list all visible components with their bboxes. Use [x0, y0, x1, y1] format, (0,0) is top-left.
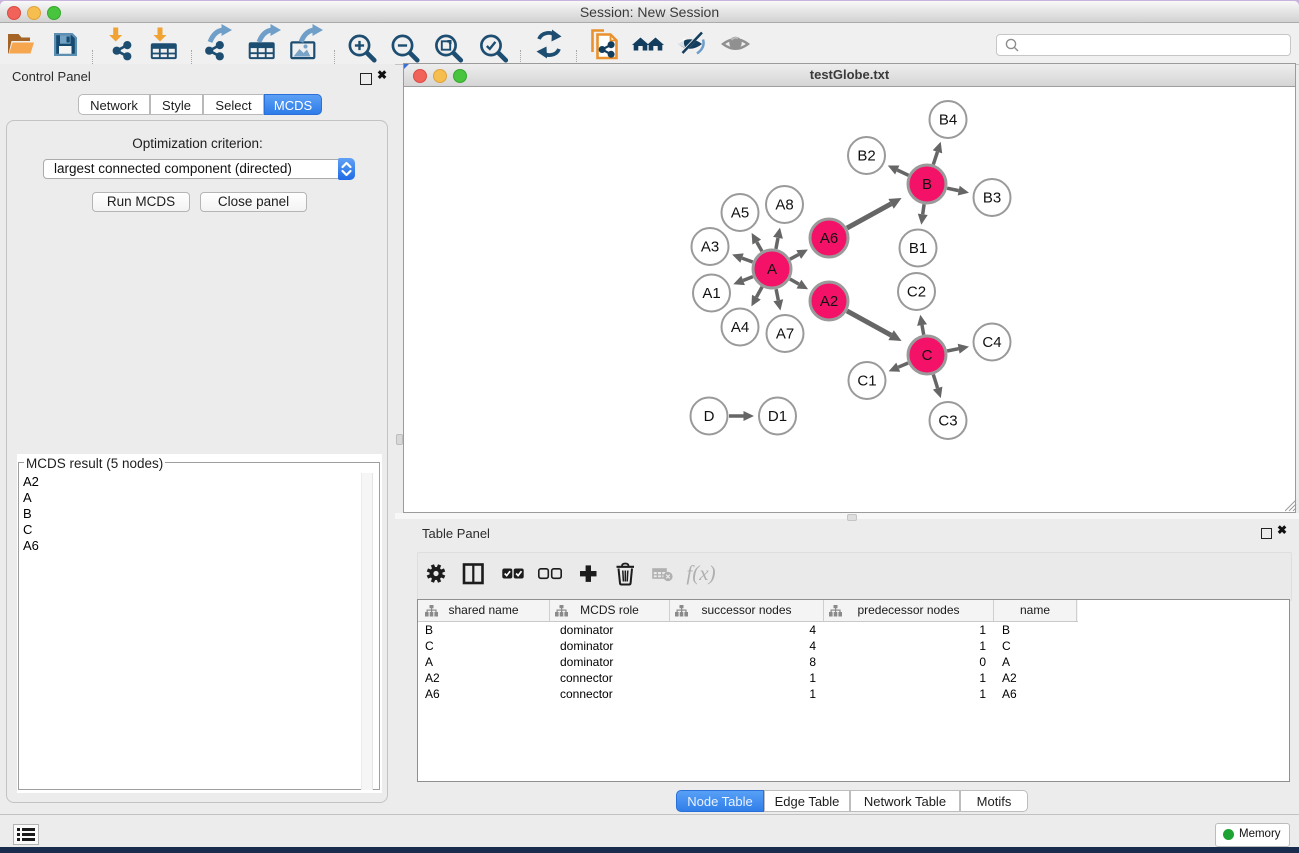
svg-text:C4: C4	[982, 334, 1001, 351]
svg-text:C2: C2	[907, 284, 926, 301]
svg-text:A5: A5	[731, 205, 749, 222]
svg-text:D1: D1	[768, 408, 787, 425]
svg-text:A4: A4	[731, 319, 749, 336]
svg-text:A1: A1	[702, 285, 720, 302]
svg-text:A8: A8	[775, 197, 793, 214]
svg-text:B3: B3	[983, 190, 1001, 207]
svg-text:A2: A2	[820, 293, 838, 310]
svg-text:D: D	[704, 408, 715, 425]
svg-text:A: A	[767, 261, 777, 278]
svg-text:C3: C3	[938, 413, 957, 430]
svg-text:B: B	[922, 176, 932, 193]
svg-text:B4: B4	[939, 112, 957, 129]
svg-text:B1: B1	[909, 240, 927, 257]
svg-text:A7: A7	[776, 326, 794, 343]
svg-text:A6: A6	[820, 230, 838, 247]
svg-text:A3: A3	[701, 239, 719, 256]
svg-text:C: C	[922, 347, 933, 364]
svg-text:B2: B2	[857, 148, 875, 165]
svg-text:f(x): f(x)	[686, 561, 715, 585]
svg-text:C1: C1	[857, 373, 876, 390]
